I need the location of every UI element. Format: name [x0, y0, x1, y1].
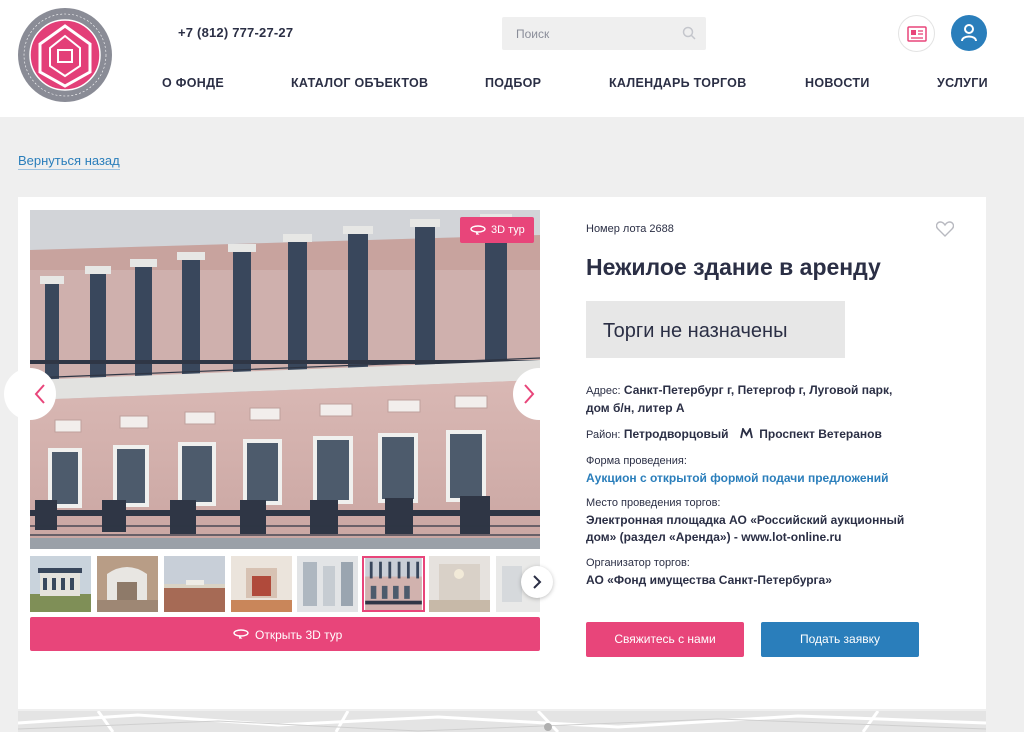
phone-number[interactable]: +7 (812) 777-27-27: [178, 25, 293, 40]
nav-about[interactable]: О ФОНДЕ: [162, 76, 224, 90]
search-placeholder: Поиск: [516, 27, 550, 41]
contact-us-button[interactable]: Свяжитесь с нами: [586, 622, 744, 657]
nav-catalog[interactable]: КАТАЛОГ ОБЪЕКТОВ: [291, 76, 428, 90]
tour-360-icon: [233, 629, 249, 639]
open-3d-tour-button[interactable]: Открыть 3D тур: [30, 617, 540, 651]
address-label: Адрес:: [586, 385, 621, 397]
form-label: Форма проведения:: [586, 455, 687, 467]
main-photo: [30, 210, 540, 549]
thumbnail[interactable]: [231, 556, 292, 612]
venue-field: Место проведения торгов: Электронная пло…: [586, 495, 916, 546]
nav-services[interactable]: УСЛУГИ: [937, 76, 988, 90]
submit-application-button[interactable]: Подать заявку: [761, 622, 919, 657]
organizer-field: Организатор торгов: АО «Фонд имущества С…: [586, 555, 916, 589]
nav-calendar[interactable]: КАЛЕНДАРЬ ТОРГОВ: [609, 76, 747, 90]
status-text: Торги не назначены: [603, 320, 788, 342]
address-value: Санкт-Петербург г, Петергоф г, Луговой п…: [586, 383, 893, 415]
metro-station: Проспект Ветеранов: [759, 427, 882, 441]
news-button[interactable]: [898, 15, 935, 52]
status-badge: Торги не назначены: [586, 301, 845, 358]
tour-360-icon: [470, 225, 486, 235]
thumbnail[interactable]: [429, 556, 490, 612]
thumbnail[interactable]: [164, 556, 225, 612]
thumbnails-next-button[interactable]: [521, 566, 553, 598]
tour-badge-label: 3D тур: [491, 224, 525, 236]
metro-icon: [740, 428, 753, 439]
favorite-heart-icon[interactable]: [936, 221, 954, 237]
tour-badge[interactable]: 3D тур: [460, 217, 534, 243]
search-icon[interactable]: [682, 26, 696, 40]
back-link[interactable]: Вернуться назад: [18, 153, 120, 170]
district-field: Район: Петродворцовый Проспект Ветеранов: [586, 426, 916, 444]
nav-news[interactable]: НОВОСТИ: [805, 76, 870, 90]
venue-value: Электронная площадка АО «Российский аукц…: [586, 513, 905, 544]
gallery-prev-button[interactable]: [4, 368, 56, 420]
account-button[interactable]: [951, 15, 987, 51]
chevron-right-icon: [533, 575, 542, 589]
address-field: Адрес: Санкт-Петербург г, Петергоф г, Лу…: [586, 382, 916, 417]
map[interactable]: [18, 711, 986, 732]
open-3d-tour-label: Открыть 3D тур: [255, 628, 343, 642]
lot-number: Номер лота 2688: [586, 223, 674, 235]
user-icon: [961, 24, 977, 42]
thumbnail-active[interactable]: [362, 556, 425, 612]
page-title: Нежилое здание в аренду: [586, 254, 881, 280]
district-label: Район:: [586, 429, 621, 441]
gallery-next-button[interactable]: [513, 368, 565, 420]
search-input[interactable]: Поиск: [502, 17, 706, 50]
form-field: Форма проведения: Аукцион с открытой фор…: [586, 453, 916, 487]
venue-label: Место проведения торгов:: [586, 497, 721, 509]
form-link[interactable]: Аукцион с открытой формой подачи предлож…: [586, 471, 889, 485]
chevron-right-icon: [524, 384, 535, 404]
logo[interactable]: [16, 6, 114, 104]
newspaper-icon: [907, 26, 927, 42]
thumbnail[interactable]: [97, 556, 158, 612]
thumbnail[interactable]: [30, 556, 91, 612]
chevron-left-icon: [34, 384, 45, 404]
thumbnail[interactable]: [297, 556, 358, 612]
nav-selection[interactable]: ПОДБОР: [485, 76, 541, 90]
organizer-value: АО «Фонд имущества Санкт-Петербурга»: [586, 573, 832, 587]
district-value: Петродворцовый: [623, 427, 729, 441]
organizer-label: Организатор торгов:: [586, 557, 690, 569]
